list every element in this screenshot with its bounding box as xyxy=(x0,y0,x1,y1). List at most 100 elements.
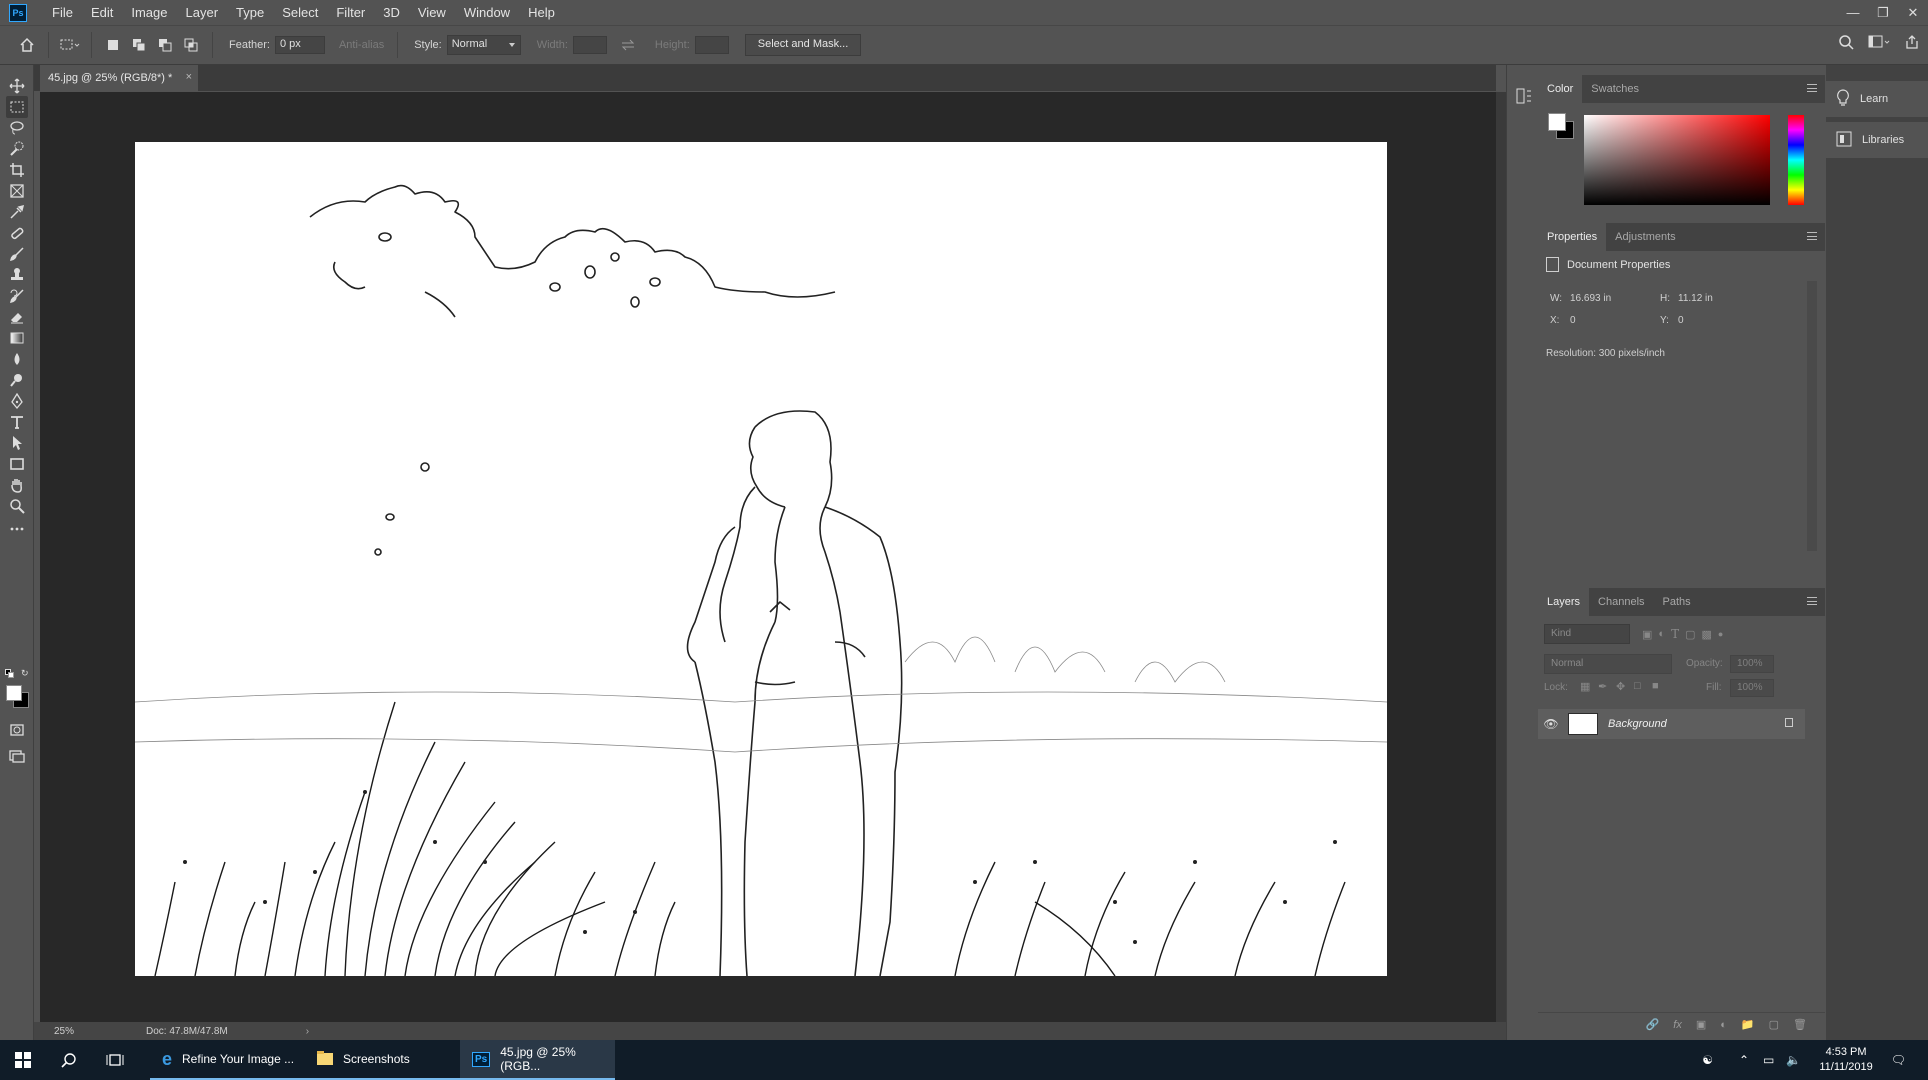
properties-scrollbar[interactable] xyxy=(1807,281,1817,551)
hue-slider[interactable] xyxy=(1788,115,1804,205)
history-brush-tool-icon[interactable] xyxy=(6,285,28,307)
close-tab-icon[interactable]: × xyxy=(186,71,192,83)
swap-dimensions-icon[interactable] xyxy=(617,34,639,56)
layer-row[interactable]: 👁 Background xyxy=(1538,709,1805,739)
show-hidden-icons[interactable]: ⌃ xyxy=(1739,1053,1749,1067)
rectangle-tool-icon[interactable] xyxy=(6,453,28,475)
pen-tool-icon[interactable] xyxy=(6,390,28,412)
canvas-area[interactable] xyxy=(40,92,1496,1022)
learn-button[interactable]: Learn xyxy=(1826,81,1928,117)
network-icon[interactable]: ▭ xyxy=(1763,1053,1774,1067)
lock-artboard-icon[interactable]: □ xyxy=(1634,680,1641,692)
start-icon[interactable] xyxy=(0,1040,46,1080)
taskbar-app-edge[interactable]: e Refine Your Image ... xyxy=(150,1040,305,1080)
screen-mode-icon[interactable] xyxy=(6,745,28,767)
filter-adjustment-icon[interactable]: ◐ xyxy=(1658,628,1665,640)
fill-input[interactable]: 100% xyxy=(1730,679,1774,697)
rectangular-marquee-tool-icon[interactable] xyxy=(6,96,28,118)
filter-toggle-icon[interactable]: ● xyxy=(1718,629,1723,639)
add-mask-icon[interactable]: ▣ xyxy=(1696,1018,1706,1031)
height-value[interactable]: 11.12 in xyxy=(1678,293,1713,304)
brush-tool-icon[interactable] xyxy=(6,243,28,265)
height-input[interactable] xyxy=(694,36,729,54)
menu-layer[interactable]: Layer xyxy=(177,5,228,20)
type-tool-icon[interactable] xyxy=(6,411,28,433)
subtract-from-selection-icon[interactable] xyxy=(154,34,176,56)
menu-window[interactable]: Window xyxy=(455,5,519,20)
dodge-tool-icon[interactable] xyxy=(6,369,28,391)
blur-tool-icon[interactable] xyxy=(6,348,28,370)
eraser-tool-icon[interactable] xyxy=(6,306,28,328)
share-icon[interactable] xyxy=(1904,34,1920,53)
zoom-tool-icon[interactable] xyxy=(6,495,28,517)
frame-tool-icon[interactable] xyxy=(6,180,28,202)
history-panel-icon[interactable] xyxy=(1515,87,1533,105)
tab-adjustments[interactable]: Adjustments xyxy=(1606,223,1685,251)
eyedropper-tool-icon[interactable] xyxy=(6,201,28,223)
menu-view[interactable]: View xyxy=(409,5,455,20)
close-icon[interactable]: ✕ xyxy=(1898,0,1928,25)
document-image[interactable] xyxy=(135,142,1387,976)
canvas-scrollbar[interactable] xyxy=(1496,92,1506,1022)
path-selection-tool-icon[interactable] xyxy=(6,432,28,454)
notifications-icon[interactable]: 🗨 xyxy=(1891,1053,1906,1067)
tab-swatches[interactable]: Swatches xyxy=(1582,75,1648,103)
eye-icon[interactable]: 👁 xyxy=(1538,717,1564,731)
volume-icon[interactable]: 🔈 xyxy=(1786,1053,1801,1067)
quick-selection-tool-icon[interactable] xyxy=(6,138,28,160)
home-icon[interactable] xyxy=(16,34,38,56)
menu-help[interactable]: Help xyxy=(519,5,564,20)
lasso-tool-icon[interactable] xyxy=(6,117,28,139)
new-group-icon[interactable]: 📁 xyxy=(1741,1018,1755,1031)
foreground-color-swatch[interactable] xyxy=(6,685,22,701)
marquee-preset-icon[interactable] xyxy=(59,34,81,56)
menu-edit[interactable]: Edit xyxy=(82,5,122,20)
layer-name[interactable]: Background xyxy=(1608,718,1667,730)
y-value[interactable]: 0 xyxy=(1678,315,1684,326)
default-colors-icon[interactable] xyxy=(5,669,15,679)
lock-transparent-icon[interactable]: ▦ xyxy=(1580,680,1590,693)
new-selection-icon[interactable] xyxy=(102,34,124,56)
blend-mode-select[interactable]: Normal xyxy=(1544,654,1672,674)
swap-colors-icon[interactable]: ↻ xyxy=(21,668,29,679)
menu-3d[interactable]: 3D xyxy=(374,5,409,20)
tab-properties[interactable]: Properties xyxy=(1538,223,1607,251)
clock[interactable]: 4:53 PM 11/11/2019 xyxy=(1819,1045,1872,1075)
filter-type-icon[interactable]: T xyxy=(1671,627,1679,641)
menu-image[interactable]: Image xyxy=(122,5,176,20)
zoom-level[interactable]: 25% xyxy=(54,1026,104,1037)
layer-style-icon[interactable]: fx xyxy=(1673,1019,1682,1031)
minimize-icon[interactable]: — xyxy=(1838,0,1868,25)
lock-position-icon[interactable]: ✥ xyxy=(1616,680,1625,693)
lock-image-icon[interactable]: ✒ xyxy=(1598,680,1607,693)
move-tool-icon[interactable] xyxy=(6,75,28,97)
filter-smart-object-icon[interactable]: ▩ xyxy=(1701,628,1711,641)
tab-channels[interactable]: Channels xyxy=(1589,588,1653,616)
panel-menu-icon[interactable] xyxy=(1807,232,1817,240)
filter-pixel-icon[interactable]: ▣ xyxy=(1642,628,1652,641)
tab-paths[interactable]: Paths xyxy=(1654,588,1700,616)
more-tools-icon[interactable] xyxy=(6,518,28,540)
layer-kind-filter[interactable]: Kind xyxy=(1544,624,1630,644)
select-and-mask-button[interactable]: Select and Mask... xyxy=(744,34,862,56)
panel-menu-icon[interactable] xyxy=(1807,84,1817,92)
style-select[interactable]: Normal xyxy=(446,35,521,55)
taskbar-app-photoshop[interactable]: Ps 45.jpg @ 25% (RGB... xyxy=(460,1040,615,1080)
quick-mask-icon[interactable] xyxy=(6,719,28,741)
feather-input[interactable]: 0 px xyxy=(274,36,325,54)
workspace-icon[interactable] xyxy=(1868,34,1890,53)
hand-tool-icon[interactable] xyxy=(6,474,28,496)
tab-color[interactable]: Color xyxy=(1538,75,1583,103)
x-value[interactable]: 0 xyxy=(1570,315,1576,326)
menu-file[interactable]: File xyxy=(43,5,82,20)
intersect-selection-icon[interactable] xyxy=(180,34,202,56)
status-menu-arrow-icon[interactable]: › xyxy=(306,1026,309,1037)
menu-filter[interactable]: Filter xyxy=(327,5,374,20)
document-tab[interactable]: 45.jpg @ 25% (RGB/8*) * × xyxy=(40,65,198,91)
new-layer-icon[interactable]: ▢ xyxy=(1769,1018,1779,1031)
width-value[interactable]: 16.693 in xyxy=(1570,293,1611,304)
gradient-tool-icon[interactable] xyxy=(6,327,28,349)
search-icon[interactable] xyxy=(46,1040,92,1080)
task-view-icon[interactable] xyxy=(92,1040,138,1080)
opacity-input[interactable]: 100% xyxy=(1730,655,1774,673)
